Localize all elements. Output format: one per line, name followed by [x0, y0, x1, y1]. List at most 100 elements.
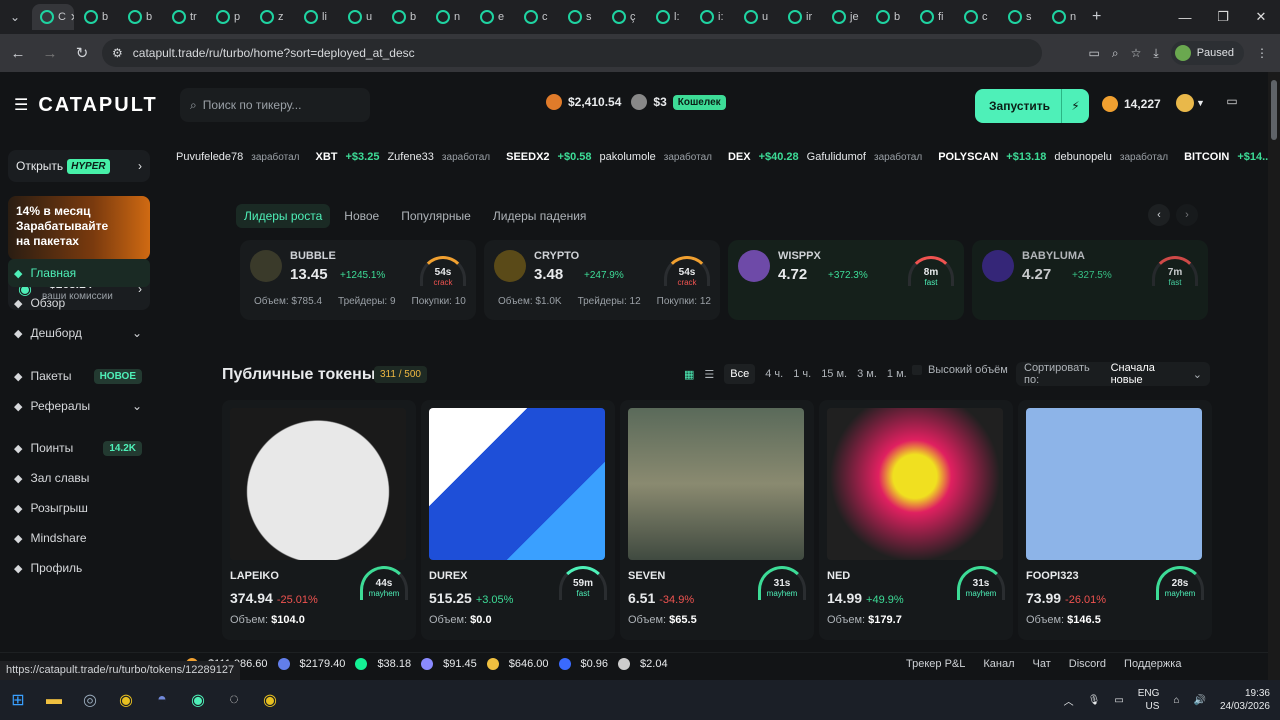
sidebar-item[interactable]: ◆ Mindshare [8, 524, 150, 552]
new-tab-button[interactable]: + [1092, 8, 1101, 26]
points-display[interactable]: 14,227 [1102, 96, 1161, 112]
browser-tab[interactable]: p [206, 4, 250, 30]
forward-icon[interactable]: → [36, 45, 64, 62]
wallet-button[interactable]: Кошелек [672, 94, 726, 110]
reload-icon[interactable]: ↻ [68, 44, 96, 62]
period-filter[interactable]: 1 м. [887, 368, 907, 380]
sidebar-item[interactable]: ◆ Рефералы ⌄ [8, 392, 150, 420]
minimize-icon[interactable]: — [1166, 0, 1204, 34]
ticker-user[interactable]: Gafulidumof [807, 151, 866, 163]
period-filter[interactable]: 3 м. [857, 368, 877, 380]
browser-tab[interactable]: n [1042, 4, 1086, 30]
browser-tab[interactable]: c [514, 4, 558, 30]
token-card[interactable]: DUREX 515.25 +3.05% Объем: $0.0 59m fast [421, 400, 615, 640]
browser-tab[interactable]: b [866, 4, 910, 30]
browser-tab[interactable]: ç [602, 4, 646, 30]
next-arrow-icon[interactable]: › [1176, 204, 1198, 226]
browser-tab[interactable]: l: [646, 4, 690, 30]
chrome-alt-icon[interactable]: ◉ [252, 680, 288, 720]
sort-select[interactable]: Сортировать по: Сначала новые ⌄ [1016, 362, 1210, 386]
footer-link[interactable]: Поддержка [1124, 658, 1181, 670]
ticker-user[interactable]: pakolumole [600, 151, 656, 163]
token-card[interactable]: LAPEIKO 374.94 -25.01% Объем: $104.0 44s mayh… [222, 400, 416, 640]
sidebar-item[interactable]: ◆ Обзор [8, 289, 150, 317]
promo-banner[interactable]: 14% в месяц Зарабатывайте на пакетах [8, 196, 150, 260]
page-scrollbar[interactable] [1268, 72, 1280, 680]
leader-card[interactable]: BABYLUMA 4.27 +327.5% 7m fast [972, 240, 1208, 320]
browser-tab[interactable]: fi [910, 4, 954, 30]
ticker-symbol[interactable]: SEEDX2 [506, 151, 549, 163]
token-card[interactable]: SEVEN 6.51 -34.9% Объем: $65.5 31s mayhem [620, 400, 814, 640]
browser-tab[interactable]: ir [778, 4, 822, 30]
leader-card[interactable]: WISPPX 4.72 +372.3% 8m fast [728, 240, 964, 320]
back-icon[interactable]: ← [4, 45, 32, 62]
menu-icon[interactable]: ☰ [14, 95, 28, 115]
sidebar-item[interactable]: ◆ Главная [8, 259, 150, 287]
sidebar-item[interactable]: ◆ Пакеты НОВОЕ [8, 362, 150, 390]
ticker-user[interactable]: debunopelu [1054, 151, 1112, 163]
hyper-button[interactable]: Открыть HYPER › [8, 150, 150, 182]
site-info-icon[interactable]: ⚙ [112, 46, 123, 60]
network-icon[interactable]: ⌂ [1173, 695, 1179, 706]
tab-search-icon[interactable]: ⌄ [0, 0, 30, 34]
browser-tab[interactable]: b [74, 4, 118, 30]
browser-menu-icon[interactable]: ⋮ [1256, 46, 1268, 60]
prev-arrow-icon[interactable]: ‹ [1148, 204, 1170, 226]
chrome-profile-icon[interactable]: ◉ [180, 680, 216, 720]
bookmark-star-icon[interactable]: ☆ [1131, 46, 1142, 60]
profile-button[interactable]: Paused [1170, 41, 1244, 65]
chat-icon[interactable]: ▭ [1220, 94, 1244, 118]
period-filter[interactable]: 4 ч. [765, 368, 783, 380]
period-filter[interactable]: 15 м. [821, 368, 847, 380]
sidebar-item[interactable]: ◆ Розыгрыш [8, 494, 150, 522]
sidebar-item[interactable]: ◆ Зал славы [8, 464, 150, 492]
close-window-icon[interactable]: ✕ [1242, 0, 1280, 34]
cast-icon[interactable]: ▭ [1089, 46, 1100, 60]
list-view-icon[interactable]: ☰ [704, 368, 714, 381]
scrollbar-thumb[interactable] [1271, 80, 1277, 140]
footer-link[interactable]: Чат [1033, 658, 1051, 670]
browser-tab[interactable]: s [998, 4, 1042, 30]
token-card[interactable]: FOOPI323 73.99 -26.01% Объем: $146.5 28s mayh… [1018, 400, 1212, 640]
leader-card[interactable]: BUBBLE 13.45 +1245.1% 54s crack Объем: $785.4… [240, 240, 476, 320]
leaders-tab[interactable]: Новое [336, 204, 387, 228]
language-indicator[interactable]: ENG US [1138, 687, 1160, 713]
period-filter[interactable]: Все [724, 364, 756, 384]
high-volume-toggle[interactable]: Высокий объём [912, 364, 1008, 376]
browser-tab[interactable]: c [954, 4, 998, 30]
high-volume-checkbox[interactable] [912, 365, 922, 375]
balance-area[interactable]: $2,410.54 $3 Кошелек [546, 94, 726, 110]
download-icon[interactable]: ⤓ [1153, 46, 1158, 61]
leaders-tab[interactable]: Популярные [393, 204, 479, 228]
mic-icon[interactable]: 🎙 [1088, 695, 1101, 706]
browser-tab[interactable]: u [734, 4, 778, 30]
battery-icon[interactable]: ▭ [1114, 695, 1123, 706]
leaders-tab[interactable]: Лидеры падения [485, 204, 595, 228]
period-filter[interactable]: 1 ч. [793, 368, 811, 380]
url-field[interactable]: ⚙ catapult.trade/ru/turbo/home?sort=depl… [102, 39, 1042, 67]
app-icon[interactable]: ◌ [216, 680, 252, 720]
user-avatar[interactable]: ▼ [1176, 94, 1205, 112]
footer-link[interactable]: Discord [1069, 658, 1106, 670]
ticker-symbol[interactable]: XBT [315, 151, 337, 163]
logo[interactable]: CATAPULT [38, 94, 157, 117]
sidebar-item[interactable]: ◆ Профиль [8, 554, 150, 582]
browser-tab[interactable]: s [558, 4, 602, 30]
sidebar-item[interactable]: ◆ Дешборд ⌄ [8, 319, 150, 347]
browser-tab[interactable]: C✕ [32, 4, 74, 30]
file-explorer-icon[interactable]: ▬ [36, 680, 72, 720]
maximize-icon[interactable]: ❐ [1204, 0, 1242, 34]
ticker-user[interactable]: Puvufelede78 [176, 151, 243, 163]
ticker-symbol[interactable]: POLYSCAN [938, 151, 998, 163]
start-icon[interactable]: ⊞ [0, 680, 36, 720]
token-card[interactable]: NED 14.99 +49.9% Объем: $179.7 31s mayhem [819, 400, 1013, 640]
volume-icon[interactable]: 🔊 [1193, 695, 1205, 706]
search-input[interactable]: ⌕ Поиск по тикеру... [180, 88, 370, 122]
ticker-symbol[interactable]: DEX [728, 151, 751, 163]
browser-tab[interactable]: li [294, 4, 338, 30]
leaders-tab[interactable]: Лидеры роста [236, 204, 331, 228]
steam-icon[interactable]: ◎ [72, 680, 108, 720]
ticker-symbol[interactable]: BITCOIN [1184, 151, 1229, 163]
browser-tab[interactable]: z [250, 4, 294, 30]
tray-chevron-icon[interactable]: ︿ [1064, 693, 1074, 708]
